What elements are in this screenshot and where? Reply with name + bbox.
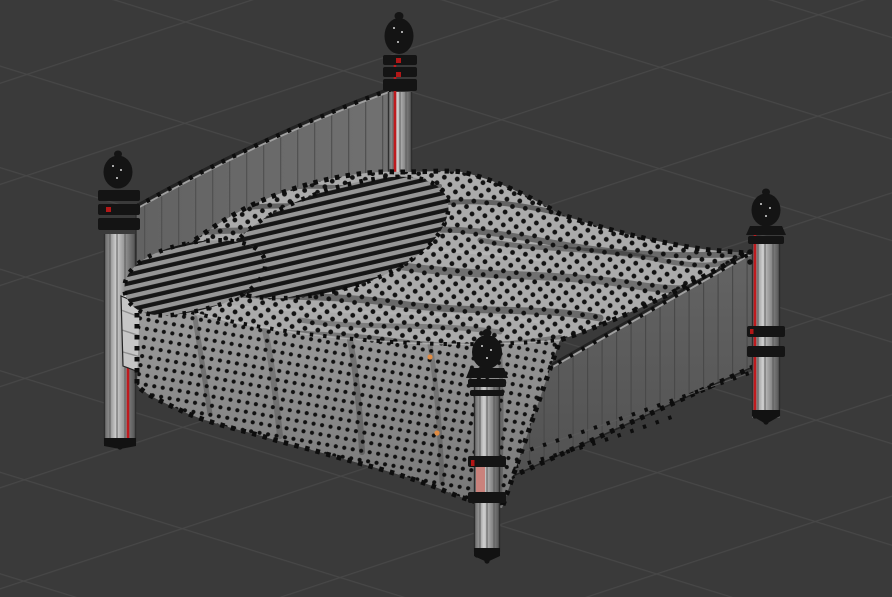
post-left-finial-tip: [114, 151, 122, 158]
selected-face[interactable]: [476, 467, 485, 492]
post-right-finial: [752, 194, 781, 227]
selected-vertex[interactable]: [427, 354, 432, 359]
post-front-ring: [470, 390, 504, 396]
post-front-neck-ring: [468, 379, 506, 387]
post-front-ring: [468, 492, 506, 503]
post-back-finial: [385, 18, 414, 54]
post-right-seam-tick: [750, 329, 754, 334]
post-left-ring: [98, 190, 140, 201]
post-back-ring: [383, 79, 417, 91]
post-right-ring: [747, 346, 785, 357]
viewport-3d[interactable]: [0, 0, 892, 597]
post-back[interactable]: [383, 12, 417, 184]
post-left-finial: [104, 156, 133, 189]
selected-vertex[interactable]: [434, 430, 439, 435]
post-front-finial-tip: [483, 329, 492, 337]
post-left-seam-tick: [106, 207, 111, 212]
post-left-ring: [98, 218, 140, 230]
post-back-seam-tick: [396, 58, 401, 63]
post-front-flare: [466, 368, 508, 378]
post-front-seam-tick: [471, 460, 475, 466]
post-back-finial-tip: [395, 12, 404, 20]
post-right-neck-ring: [748, 236, 784, 244]
post-front-finial: [472, 335, 502, 369]
post-right-flare: [746, 226, 786, 235]
post-back-seam-tick: [396, 72, 401, 77]
post-left-ring: [98, 204, 140, 215]
viewport-canvas[interactable]: [0, 0, 892, 597]
post-right-finial-tip: [762, 189, 770, 196]
